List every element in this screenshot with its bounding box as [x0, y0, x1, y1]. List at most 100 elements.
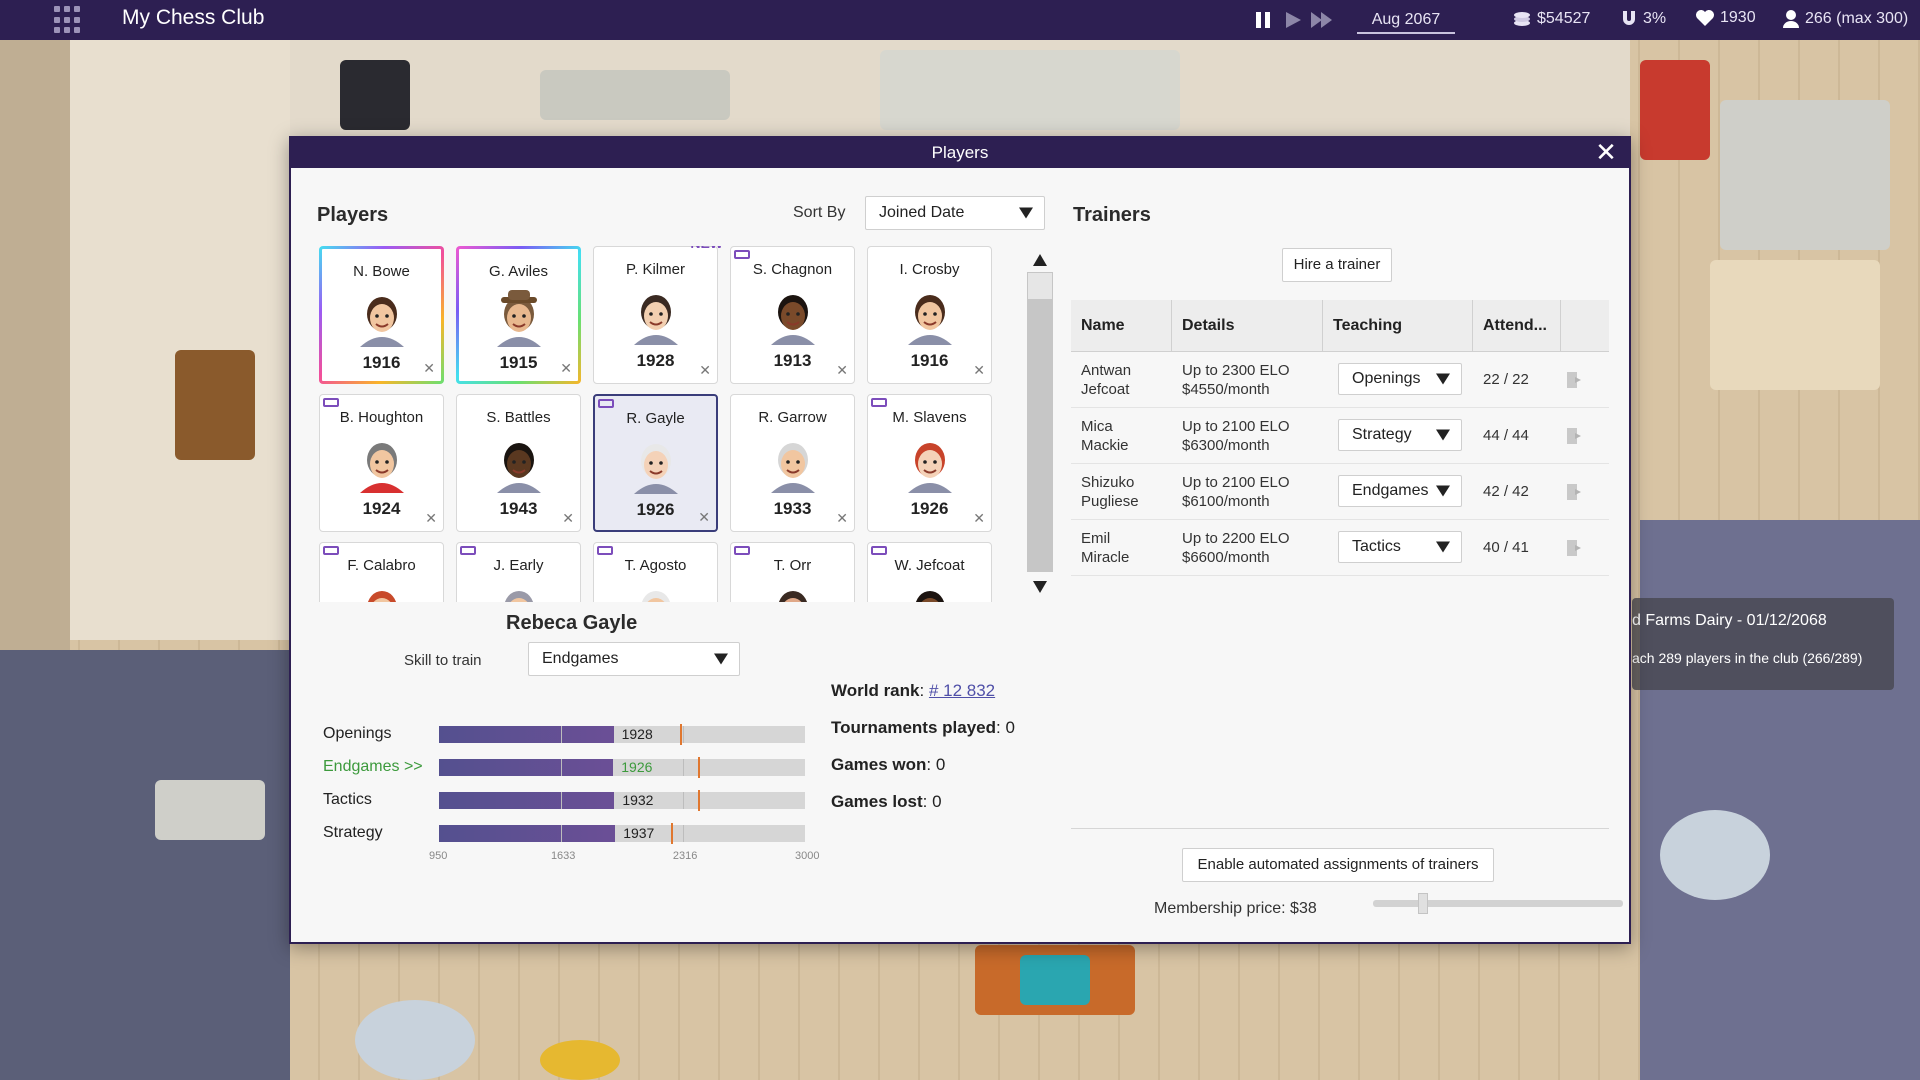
- player-card[interactable]: B. Houghton 1924 ✕: [319, 394, 444, 532]
- trainer-elo-limit: Up to 2300 ELO: [1182, 362, 1290, 379]
- skill-bar: 1937: [439, 823, 805, 844]
- fast-forward-icon[interactable]: [1310, 11, 1334, 29]
- top-bar: My Chess Club Aug 2067 $54527 3% 1930 26…: [0, 0, 1920, 40]
- avatar: [504, 591, 533, 602]
- player-card[interactable]: M. Slavens 1926 ✕: [867, 394, 992, 532]
- avatar: [907, 295, 952, 345]
- dismiss-player-icon[interactable]: ✕: [423, 360, 435, 377]
- sort-by-dropdown[interactable]: Joined Date: [865, 196, 1045, 230]
- scroll-down-icon[interactable]: [1033, 581, 1047, 593]
- player-card-grid: N. Bowe1916✕G. Aviles1915✕NEWP. Kilmer19…: [319, 246, 1011, 602]
- axis-tick-label: 3000: [795, 850, 820, 862]
- player-card[interactable]: F. Calabro: [319, 542, 444, 602]
- trainer-teaching-dropdown[interactable]: Strategy: [1338, 419, 1462, 451]
- skill-to-train-dropdown[interactable]: Endgames: [528, 642, 740, 676]
- trainer-teaching-dropdown[interactable]: Openings: [1338, 363, 1462, 395]
- trainer-attendance: 22 / 22: [1483, 371, 1529, 388]
- hire-trainer-button[interactable]: Hire a trainer: [1282, 248, 1392, 282]
- main-menu-icon[interactable]: [54, 6, 82, 34]
- player-card[interactable]: NEWP. Kilmer1928✕: [593, 246, 723, 384]
- player-card[interactable]: I. Crosby 1916 ✕: [867, 246, 992, 384]
- dialog-title-bar: Players ✕: [291, 138, 1629, 168]
- badge-icon: [871, 546, 887, 555]
- gridline: [682, 759, 684, 776]
- player-card[interactable]: W. Jefcoat: [867, 542, 992, 602]
- fire-trainer-icon[interactable]: [1565, 371, 1583, 389]
- player-card[interactable]: T. Orr: [730, 542, 855, 602]
- trainer-teaching-dropdown[interactable]: Endgames: [1338, 475, 1462, 507]
- dismiss-player-icon[interactable]: ✕: [836, 362, 848, 379]
- trainer-cost: $6300/month: [1182, 437, 1270, 454]
- badge-icon: [460, 546, 476, 555]
- skill-value: 1937: [623, 825, 655, 841]
- trainer-name: Antwan Jefcoat: [1081, 361, 1131, 399]
- close-icon[interactable]: ✕: [1593, 139, 1619, 166]
- col-teaching[interactable]: Teaching: [1323, 300, 1473, 352]
- dismiss-player-icon[interactable]: ✕: [562, 510, 574, 527]
- world-rank-link[interactable]: # 12 832: [929, 681, 995, 700]
- player-name: B. Houghton: [339, 409, 424, 426]
- scrollbar-thumb[interactable]: [1027, 272, 1053, 300]
- membership-price-slider[interactable]: [1373, 900, 1623, 907]
- col-details[interactable]: Details: [1172, 300, 1323, 352]
- col-attendance[interactable]: Attend...: [1473, 300, 1561, 352]
- dismiss-player-icon[interactable]: ✕: [699, 362, 711, 379]
- avatar: [641, 591, 670, 602]
- trainer-row[interactable]: Shizuko Pugliese Up to 2100 ELO $6100/month…: [1071, 464, 1609, 520]
- player-list-scrollbar[interactable]: [1023, 248, 1053, 598]
- trainer-teaching-dropdown[interactable]: Tactics: [1338, 531, 1462, 563]
- skill-to-train-label: Skill to train: [404, 652, 482, 669]
- pause-icon[interactable]: [1254, 11, 1272, 29]
- tournaments-played: Tournaments played: 0: [831, 718, 1015, 737]
- membership-slider-handle[interactable]: [1418, 893, 1428, 914]
- avatar: [633, 444, 678, 494]
- gridline: [682, 792, 684, 809]
- chevron-down-icon: [1019, 207, 1033, 219]
- auto-assign-trainers-button[interactable]: Enable automated assignments of trainers: [1182, 848, 1494, 882]
- badge-icon: [597, 546, 613, 555]
- trainer-last-name: Miracle: [1081, 549, 1130, 566]
- scroll-up-icon[interactable]: [1033, 254, 1047, 266]
- player-card[interactable]: R. Gayle 1926 ✕: [593, 394, 718, 532]
- dismiss-player-icon[interactable]: ✕: [973, 510, 985, 527]
- games-won: Games won: 0: [831, 755, 946, 774]
- trainer-details: Up to 2100 ELO $6300/month: [1182, 417, 1290, 455]
- player-card[interactable]: G. Aviles 1915 ✕: [456, 246, 581, 384]
- dismiss-player-icon[interactable]: ✕: [836, 510, 848, 527]
- player-card[interactable]: S. Battles 1943 ✕: [456, 394, 581, 532]
- player-name: S. Battles: [486, 409, 551, 426]
- trainer-row[interactable]: Emil Miracle Up to 2200 ELO $6600/month Tact…: [1071, 520, 1609, 576]
- fire-trainer-icon[interactable]: [1565, 427, 1583, 445]
- player-card[interactable]: N. Bowe 1916 ✕: [319, 246, 444, 384]
- badge-icon: [323, 546, 339, 555]
- col-name[interactable]: Name: [1071, 300, 1172, 352]
- player-card[interactable]: S. Chagnon 1913 ✕: [730, 246, 855, 384]
- player-card[interactable]: J. Early: [456, 542, 581, 602]
- dismiss-player-icon[interactable]: ✕: [560, 360, 572, 377]
- trainer-elo-limit: Up to 2100 ELO: [1182, 474, 1290, 491]
- player-card[interactable]: R. Garrow 1933 ✕: [730, 394, 855, 532]
- play-icon[interactable]: [1284, 11, 1302, 29]
- trainer-cost: $6100/month: [1182, 493, 1270, 510]
- player-name: F. Calabro: [347, 557, 416, 574]
- skill-bar-fill: [439, 825, 616, 842]
- fire-trainer-icon[interactable]: [1565, 539, 1583, 557]
- fire-trainer-icon[interactable]: [1565, 483, 1583, 501]
- skill-value: 1928: [621, 726, 653, 742]
- scrollbar-track[interactable]: [1027, 272, 1053, 572]
- trainer-details: Up to 2200 ELO $6600/month: [1182, 529, 1290, 567]
- avatar: [633, 295, 678, 345]
- notification-title: d Farms Dairy - 01/12/2068: [1632, 612, 1827, 629]
- avatar: [915, 591, 944, 602]
- dismiss-player-icon[interactable]: ✕: [698, 509, 710, 526]
- dismiss-player-icon[interactable]: ✕: [425, 510, 437, 527]
- game-date: Aug 2067: [1357, 6, 1455, 34]
- player-card[interactable]: T. Agosto: [593, 542, 718, 602]
- trainer-first-name: Antwan: [1081, 362, 1132, 379]
- trainer-row[interactable]: Mica Mackie Up to 2100 ELO $6300/month Strat…: [1071, 408, 1609, 464]
- trainer-row[interactable]: Antwan Jefcoat Up to 2300 ELO $4550/month Op…: [1071, 352, 1609, 408]
- player-name: M. Slavens: [892, 409, 967, 426]
- event-notification[interactable]: d Farms Dairy - 01/12/2068 ach 289 playe…: [1632, 598, 1894, 690]
- dismiss-player-icon[interactable]: ✕: [973, 362, 985, 379]
- chevron-down-icon: [1436, 373, 1450, 385]
